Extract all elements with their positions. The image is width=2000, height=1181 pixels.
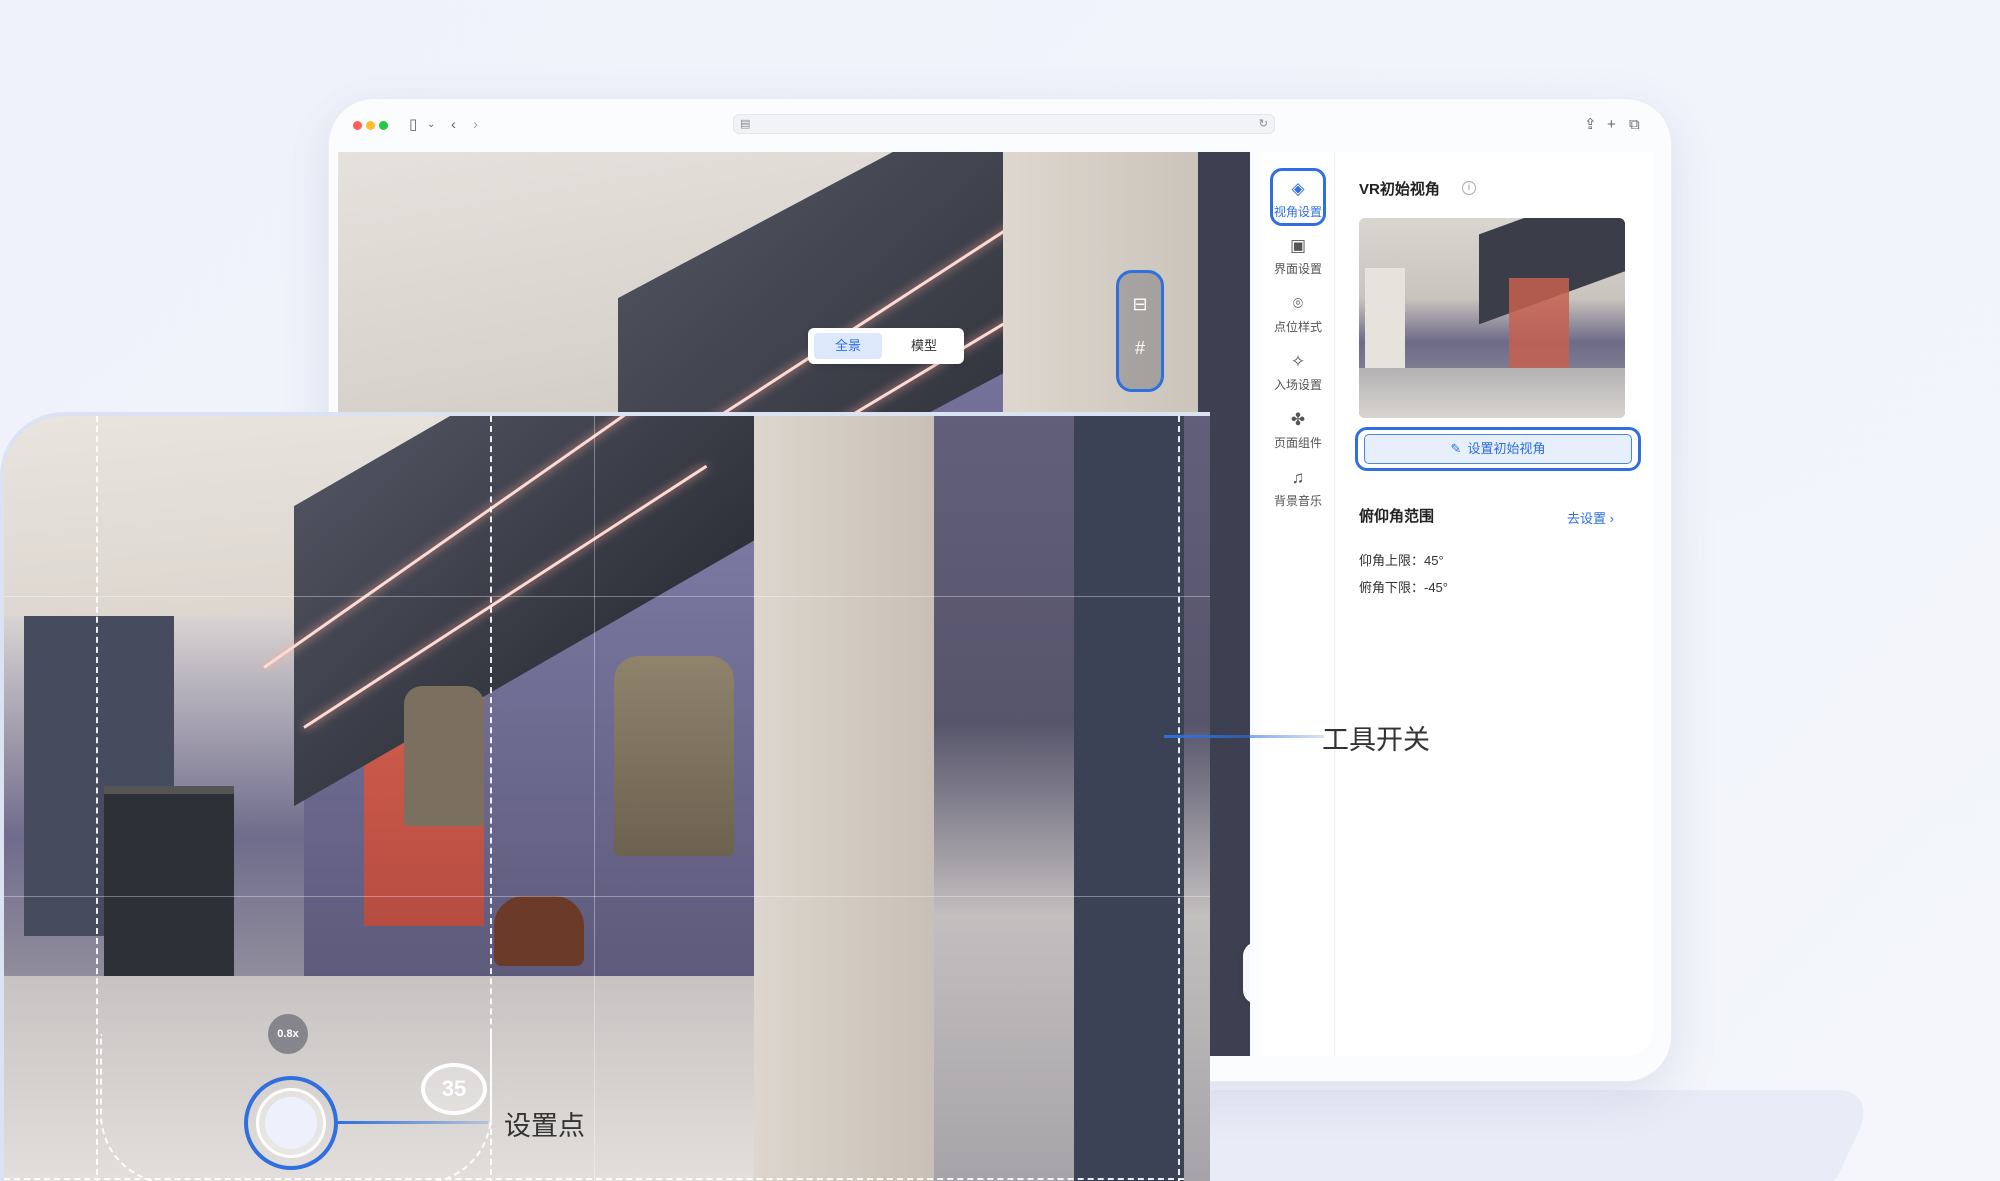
shutter-inner	[265, 1097, 317, 1149]
rail-item-label: 背景音乐	[1273, 494, 1322, 508]
rail-item-point-style[interactable]: ⌾ 点位样式	[1270, 286, 1326, 344]
address-bar[interactable]: ▤ ↻	[733, 114, 1275, 134]
music-note-icon: ♫	[1291, 468, 1305, 487]
safe-area-guide	[1178, 416, 1180, 1181]
title-bar: ▯ ⌄ ‹ › ▤ ↻ ⇪ + ⧉	[329, 99, 1671, 153]
initial-view-thumbnail	[1359, 218, 1625, 418]
tabs-overview-icon[interactable]: ⧉	[1629, 116, 1640, 134]
layout-toggle-icon[interactable]: ⊟	[1127, 291, 1153, 317]
set-initial-view-highlight: ✎ 设置初始视角	[1355, 427, 1641, 471]
set-initial-view-button[interactable]: ✎ 设置初始视角	[1364, 434, 1632, 464]
location-pin-icon: ⌾	[1292, 294, 1304, 313]
view-mode-switch: 全景 模型	[808, 328, 964, 364]
panel-title: VR初始视角	[1359, 181, 1440, 198]
display-island	[104, 786, 234, 976]
settings-panel: ◈ 视角设置 ▣ 界面设置 ⌾ 点位样式 ✧ 入场设置 ✤ 页面组件 ♫ 背景音…	[1261, 152, 1653, 1056]
edit-pen-icon: ✎	[1450, 441, 1462, 456]
rail-item-interface[interactable]: ▣ 界面设置	[1270, 228, 1326, 286]
thumb-shelf	[1509, 278, 1569, 368]
minimize-window-button[interactable]	[366, 121, 375, 130]
tool-switch-label: 工具开关	[1322, 725, 1430, 756]
settings-rail: ◈ 视角设置 ▣ 界面设置 ⌾ 点位样式 ✧ 入场设置 ✤ 页面组件 ♫ 背景音…	[1261, 152, 1335, 1056]
grid-toggle-icon[interactable]: #	[1127, 335, 1153, 361]
set-point-highlight	[244, 1076, 338, 1170]
close-window-button[interactable]	[353, 121, 362, 130]
tool-switch-highlight: ⊟ #	[1116, 270, 1164, 392]
chevron-right-icon: ›	[1609, 511, 1614, 526]
hanging-jacket	[404, 686, 484, 826]
point-callout-line	[338, 1121, 488, 1124]
sidebar-toggle-icon[interactable]: ▯	[409, 116, 417, 134]
grid-line	[594, 416, 595, 1181]
tool-callout-line	[1164, 735, 1324, 738]
dark-column	[1074, 416, 1184, 1181]
sparkle-icon: ✧	[1290, 352, 1306, 371]
go-settings-link[interactable]: 去设置 ›	[1567, 508, 1614, 527]
panel-collapse-toggle[interactable]: ▶	[1243, 942, 1250, 1004]
chevron-down-icon[interactable]: ⌄	[427, 116, 435, 134]
pillar	[754, 416, 934, 1181]
set-point-label: 设置点	[504, 1111, 585, 1142]
rail-item-components[interactable]: ✤ 页面组件	[1270, 402, 1326, 460]
puzzle-icon: ✤	[1290, 410, 1306, 429]
rail-item-entrance[interactable]: ✧ 入场设置	[1270, 344, 1326, 402]
reload-icon[interactable]: ↻	[1259, 117, 1268, 130]
new-tab-icon[interactable]: +	[1607, 116, 1616, 134]
link-label: 去设置	[1567, 511, 1607, 526]
point-count-badge[interactable]: 35	[421, 1063, 487, 1115]
zoom-level-badge[interactable]: 0.8x	[268, 1014, 308, 1054]
shutter-button[interactable]	[256, 1088, 326, 1158]
background-shape	[1122, 1090, 1878, 1181]
rail-item-bgm[interactable]: ♫ 背景音乐	[1270, 460, 1326, 518]
forward-icon[interactable]: ›	[473, 116, 478, 134]
rail-item-label: 页面组件	[1273, 436, 1322, 450]
hanging-jacket	[614, 656, 734, 856]
rail-item-view-angle[interactable]: ◈ 视角设置	[1270, 168, 1326, 226]
lower-limit-text: 俯角下限：-45°	[1359, 580, 1448, 595]
rail-item-label: 界面设置	[1273, 262, 1322, 276]
safe-area-guide	[96, 416, 98, 1181]
upper-limit-text: 仰角上限：45°	[1359, 553, 1444, 568]
rail-item-label: 点位样式	[1273, 320, 1322, 334]
tab-model[interactable]: 模型	[890, 333, 958, 359]
back-icon[interactable]: ‹	[451, 116, 456, 134]
grid-line	[4, 896, 1210, 897]
pitch-range-title: 俯仰角范围	[1359, 508, 1435, 525]
thumb-floor	[1359, 368, 1625, 418]
baseline-guide	[4, 1178, 1184, 1180]
rail-item-label: 视角设置	[1273, 205, 1322, 219]
page-icon: ▤	[740, 118, 751, 130]
view-angle-icon: ◈	[1291, 179, 1305, 198]
rail-item-label: 入场设置	[1273, 378, 1322, 392]
button-label: 设置初始视角	[1467, 441, 1546, 456]
grid-line	[4, 596, 1210, 597]
maximize-window-button[interactable]	[379, 121, 388, 130]
mobile-preview[interactable]	[0, 412, 1210, 1181]
info-icon[interactable]: i	[1462, 181, 1476, 195]
interface-icon: ▣	[1289, 236, 1307, 255]
handbag	[494, 896, 584, 966]
share-icon[interactable]: ⇪	[1584, 116, 1597, 134]
tab-panorama[interactable]: 全景	[814, 333, 882, 359]
